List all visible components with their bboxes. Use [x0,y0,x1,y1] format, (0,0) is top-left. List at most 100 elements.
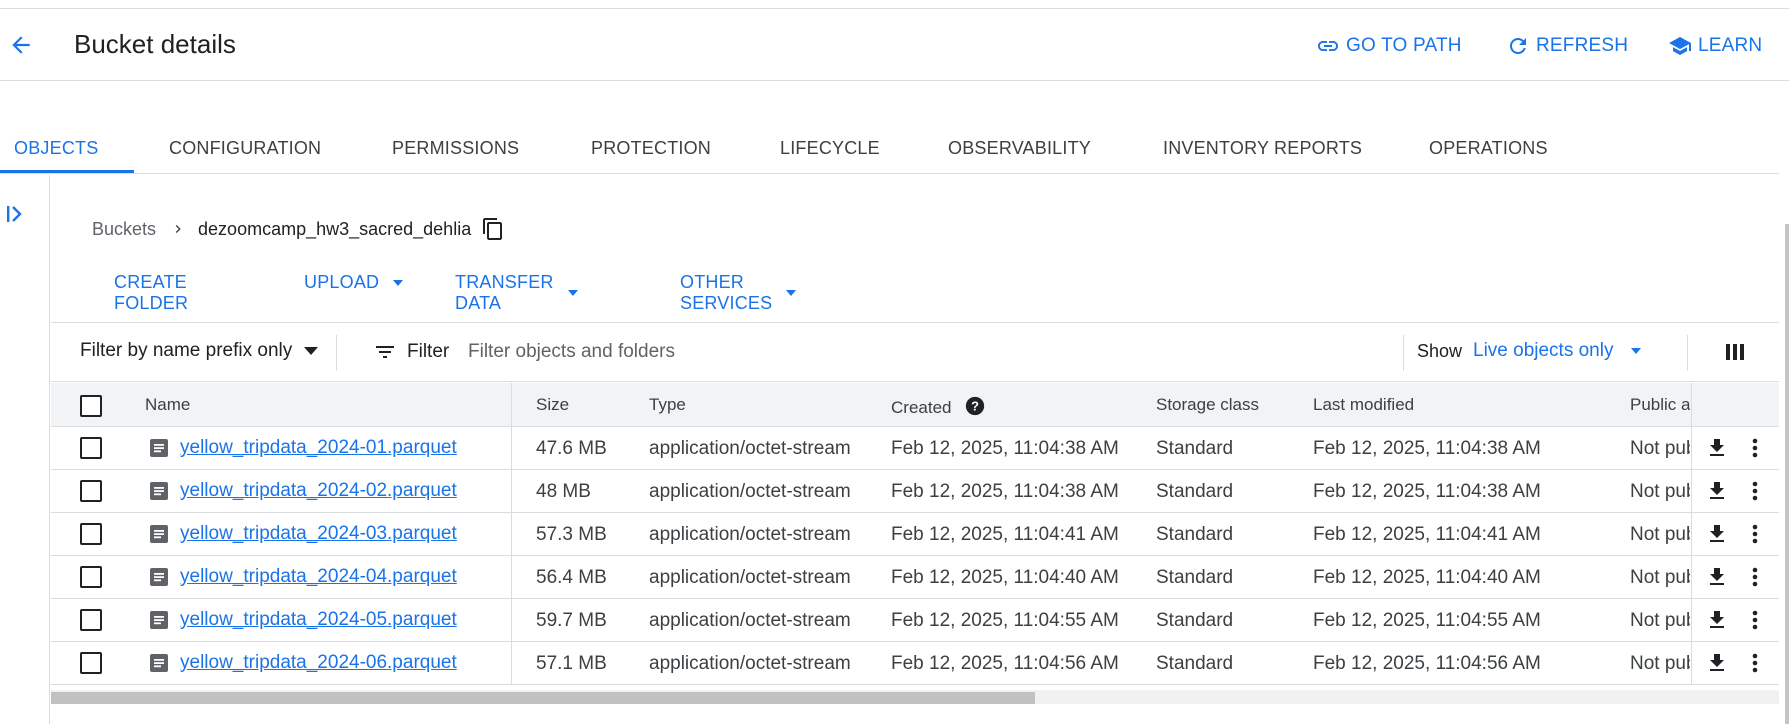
column-header-public-access[interactable]: Public access [1630,383,1690,426]
object-storage-class: Standard [1156,653,1234,674]
object-name-link[interactable]: yellow_tripdata_2024-03.parquet [180,523,457,545]
filter-button[interactable]: Filter [373,340,449,364]
create-folder-button[interactable]: CREATE FOLDER [114,272,188,314]
object-last-modified: Feb 12, 2025, 11:04:55 AM [1313,610,1541,631]
more-actions-button[interactable] [1747,522,1763,546]
row-checkbox[interactable] [80,566,102,588]
back-button[interactable] [6,30,36,60]
column-divider [511,642,512,684]
object-last-modified: Feb 12, 2025, 11:04:56 AM [1313,653,1541,674]
transfer-data-button[interactable]: TRANSFER DATA [455,272,578,314]
left-rail [0,175,50,724]
tab-observability[interactable]: OBSERVABILITY [948,128,1091,174]
download-button[interactable] [1705,565,1729,589]
file-icon [150,482,168,500]
horizontal-scrollbar-thumb[interactable] [51,692,1035,704]
table-row[interactable]: yellow_tripdata_2024-01.parquet 47.6 MB ap… [51,427,1779,470]
select-all-checkbox[interactable] [80,395,102,417]
more-vert-icon [1752,438,1758,458]
refresh-button[interactable]: REFRESH [1506,33,1628,59]
download-icon [1710,568,1724,585]
tab-protection[interactable]: PROTECTION [591,128,711,174]
download-button[interactable] [1705,436,1729,460]
caret-down-icon [567,290,578,296]
filter-mode-select[interactable]: Filter by name prefix only [80,340,319,362]
row-checkbox[interactable] [80,652,102,674]
column-header-name[interactable]: Name [145,395,190,415]
tab-permissions[interactable]: PERMISSIONS [392,128,519,174]
breadcrumb-buckets-link[interactable]: Buckets [92,219,156,240]
caret-down-icon [393,279,404,286]
filter-button-label: Filter [407,341,450,362]
other-services-button[interactable]: OTHER SERVICES [680,272,797,314]
help-icon[interactable]: ? [964,395,986,417]
learn-button[interactable]: LEARN [1668,33,1762,59]
copy-icon[interactable] [481,217,505,241]
page-title: Bucket details [74,29,236,59]
row-checkbox[interactable] [80,437,102,459]
row-checkbox[interactable] [80,609,102,631]
object-name-link[interactable]: yellow_tripdata_2024-02.parquet [180,480,457,502]
download-button[interactable] [1705,522,1729,546]
vertical-scrollbar[interactable] [1785,224,1789,724]
arrow-back-icon [12,36,30,54]
table-row[interactable]: yellow_tripdata_2024-06.parquet 57.1 MB ap… [51,642,1779,685]
object-name-link[interactable]: yellow_tripdata_2024-05.parquet [180,609,457,631]
column-display-button[interactable] [1721,338,1749,366]
object-created: Feb 12, 2025, 11:04:38 AM [891,481,1119,502]
more-vert-icon [1752,524,1758,544]
tab-inventory-reports[interactable]: INVENTORY REPORTS [1163,128,1362,174]
file-icon [150,611,168,629]
show-label: Show [1417,341,1463,361]
more-actions-button[interactable] [1747,436,1763,460]
upload-button[interactable]: UPLOAD [304,272,404,293]
download-button[interactable] [1705,651,1729,675]
object-type: application/octet-stream [649,567,851,588]
school-icon [1669,37,1691,55]
object-size: 57.1 MB [536,653,607,674]
more-actions-button[interactable] [1747,651,1763,675]
tab-bar: OBJECTS CONFIGURATION PERMISSIONS PROTEC… [0,128,1779,174]
expand-panel-button[interactable] [2,201,28,227]
download-button[interactable] [1705,479,1729,503]
tab-objects[interactable]: OBJECTS [14,128,98,174]
more-actions-button[interactable] [1747,479,1763,503]
object-name-link[interactable]: yellow_tripdata_2024-04.parquet [180,566,457,588]
created-header-label: Created [891,398,952,417]
column-divider [511,470,512,512]
table-row[interactable]: yellow_tripdata_2024-03.parquet 57.3 MB ap… [51,513,1779,556]
column-header-last-modified[interactable]: Last modified [1313,395,1414,415]
objects-table: Name Size Type Created ? Storage class L… [51,383,1779,685]
object-name-link[interactable]: yellow_tripdata_2024-01.parquet [180,437,457,459]
table-row[interactable]: yellow_tripdata_2024-04.parquet 56.4 MB ap… [51,556,1779,599]
more-vert-icon [1752,653,1758,673]
object-name-link[interactable]: yellow_tripdata_2024-06.parquet [180,652,457,674]
tab-configuration[interactable]: CONFIGURATION [169,128,321,174]
divider [336,335,337,371]
row-checkbox[interactable] [80,480,102,502]
active-tab-indicator [0,170,134,173]
table-row[interactable]: yellow_tripdata_2024-05.parquet 59.7 MB ap… [51,599,1779,642]
divider [1687,335,1688,371]
tab-lifecycle[interactable]: LIFECYCLE [780,128,880,174]
public-access-value: Not public [1630,524,1690,545]
row-checkbox[interactable] [80,523,102,545]
filter-input[interactable] [468,337,1248,367]
more-actions-button[interactable] [1747,565,1763,589]
tab-operations[interactable]: OPERATIONS [1429,128,1548,174]
file-icon [150,525,168,543]
column-header-size[interactable]: Size [536,395,569,415]
show-objects-select[interactable]: Live objects only [1473,340,1642,362]
column-header-type[interactable]: Type [649,395,686,415]
object-public-access: Not public [1630,470,1690,512]
object-last-modified: Feb 12, 2025, 11:04:41 AM [1313,524,1541,545]
column-header-created[interactable]: Created ? [891,395,986,418]
table-row[interactable]: yellow_tripdata_2024-02.parquet 48 MB appl… [51,470,1779,513]
column-header-storage-class[interactable]: Storage class [1156,395,1259,415]
upload-label: UPLOAD [304,272,380,292]
download-icon [1710,439,1724,456]
object-storage-class: Standard [1156,610,1234,631]
more-actions-button[interactable] [1747,608,1763,632]
go-to-path-button[interactable]: GO TO PATH [1316,33,1462,59]
download-button[interactable] [1705,608,1729,632]
